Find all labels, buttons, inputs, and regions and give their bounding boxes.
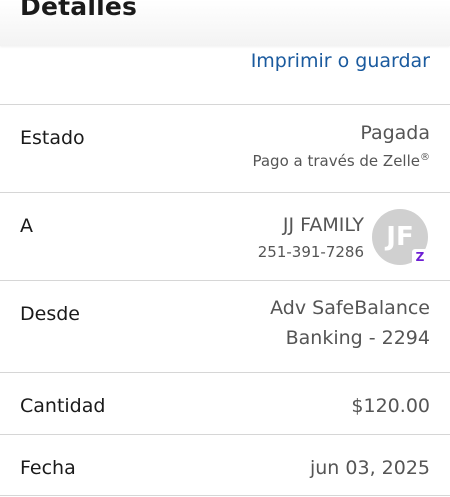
print-or-save-link[interactable]: Imprimir o guardar bbox=[251, 50, 430, 72]
date-value: jun 03, 2025 bbox=[309, 457, 430, 479]
estado-label: Estado bbox=[20, 127, 85, 149]
date-label: Fecha bbox=[20, 457, 76, 479]
payment-method: Pago a través de Zelle® bbox=[252, 147, 430, 172]
amount-value: $120.00 bbox=[351, 395, 430, 417]
detail-row-from: Desde Adv SafeBalance Banking - 2294 bbox=[0, 280, 450, 372]
detail-row-recipient: A JJ FAMILY 251-391-7286 JF Z bbox=[0, 192, 450, 280]
detail-row-amount: Cantidad $120.00 bbox=[0, 372, 450, 434]
payment-method-text: Pago a través de Zelle bbox=[252, 152, 420, 170]
recipient-phone: 251-391-7286 bbox=[257, 243, 364, 261]
zelle-icon: Z bbox=[412, 249, 428, 265]
from-value: Adv SafeBalance Banking - 2294 bbox=[270, 293, 430, 353]
detail-row-date: Fecha jun 03, 2025 bbox=[0, 434, 450, 496]
payment-status: Pagada bbox=[360, 122, 430, 144]
recipient-label: A bbox=[20, 215, 33, 237]
page-header: Detalles bbox=[0, 0, 450, 46]
estado-value: Pagada Pago a través de Zelle® bbox=[252, 119, 430, 172]
details-list: Estado Pagada Pago a través de Zelle® A … bbox=[0, 104, 450, 496]
recipient-info: JJ FAMILY 251-391-7286 bbox=[258, 211, 364, 265]
registered-mark: ® bbox=[420, 152, 430, 163]
detail-row-estado: Estado Pagada Pago a través de Zelle® bbox=[0, 104, 450, 192]
recipient-name: JJ FAMILY bbox=[282, 214, 364, 236]
page-title: Detalles bbox=[20, 0, 138, 21]
from-account-line2: Banking - 2294 bbox=[285, 327, 430, 349]
from-account-line1: Adv SafeBalance bbox=[270, 297, 430, 319]
amount-label: Cantidad bbox=[20, 395, 106, 417]
from-label: Desde bbox=[20, 303, 80, 325]
